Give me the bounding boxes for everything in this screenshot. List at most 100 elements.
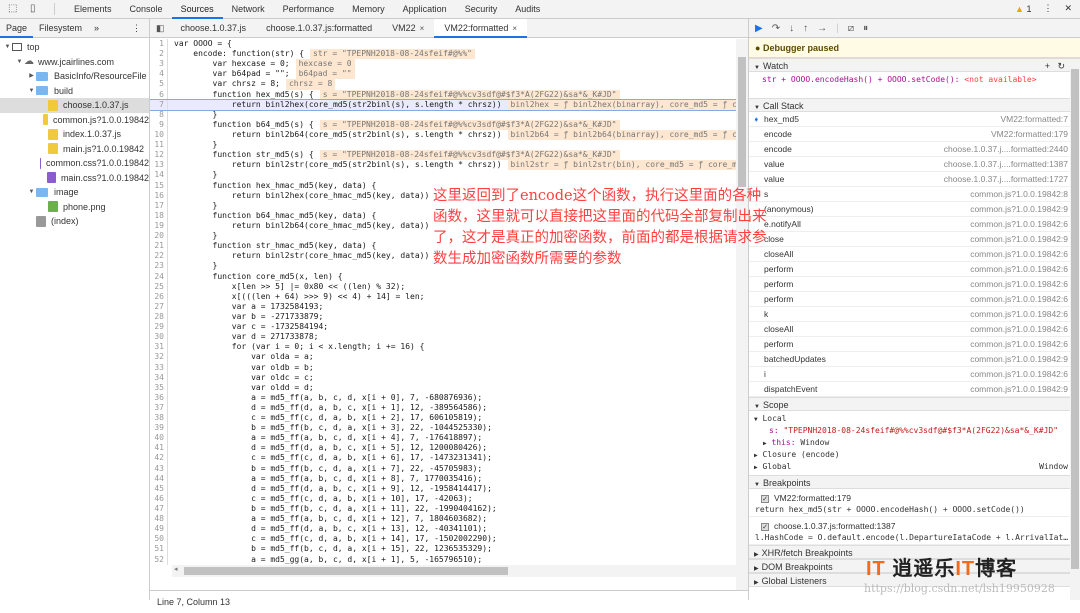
call-frame[interactable]: performcommon.js?1.0.0.19842:6 <box>749 337 1080 352</box>
tab-elements[interactable]: Elements <box>65 0 121 19</box>
tab-security[interactable]: Security <box>456 0 507 19</box>
tree-item[interactable]: ▶BasicInfo/ResourceFile <box>0 69 149 84</box>
line-number[interactable]: 42 <box>150 453 168 463</box>
tab-sources[interactable]: Sources <box>172 0 223 19</box>
line-number[interactable]: 43 <box>150 464 168 474</box>
frame-location[interactable]: common.js?1.0.0.19842:9 <box>970 202 1068 216</box>
line-number[interactable]: 17 <box>150 201 168 211</box>
more-tabs-button[interactable]: » <box>88 19 105 38</box>
call-frame[interactable]: ➧hex_md5VM22:formatted:7 <box>749 112 1080 127</box>
scope-var-this[interactable]: ▶ this: Window <box>749 437 1080 449</box>
line-number[interactable]: 32 <box>150 352 168 362</box>
frame-location[interactable]: common.js?1.0.0.19842:6 <box>970 307 1068 321</box>
breakpoint-checkbox[interactable]: ✓ <box>761 523 769 531</box>
call-frame[interactable]: performcommon.js?1.0.0.19842:6 <box>749 292 1080 307</box>
breakpoint-location[interactable]: choose.1.0.37.js:formatted:1387 <box>774 521 895 531</box>
tab-page[interactable]: Page <box>0 19 33 38</box>
close-tab-icon[interactable]: × <box>420 24 425 33</box>
breakpoint-location[interactable]: VM22:formatted:179 <box>774 493 851 503</box>
editor-tab[interactable]: choose.1.0.37.js <box>171 19 257 38</box>
call-frame[interactable]: closeAllcommon.js?1.0.0.19842:6 <box>749 247 1080 262</box>
scope-local[interactable]: ▼ Local <box>749 413 1080 425</box>
line-number[interactable]: 30 <box>150 332 168 342</box>
frame-location[interactable]: VM22:formatted:179 <box>991 127 1068 141</box>
step-over-icon[interactable]: ↷ <box>772 23 780 34</box>
pause-on-exceptions-icon[interactable]: ⏸ <box>863 23 868 34</box>
tab-memory[interactable]: Memory <box>343 0 394 19</box>
step-out-icon[interactable]: ↑ <box>803 23 808 34</box>
line-number[interactable]: 10 <box>150 130 168 140</box>
frame-location[interactable]: common.js?1.0.0.19842:6 <box>970 217 1068 231</box>
close-tab-icon[interactable]: × <box>512 24 517 33</box>
line-number[interactable]: 28 <box>150 312 168 322</box>
line-number[interactable]: 47 <box>150 504 168 514</box>
call-frame[interactable]: icommon.js?1.0.0.19842:6 <box>749 367 1080 382</box>
device-toolbar-icon[interactable]: ▯ <box>30 3 44 15</box>
line-number[interactable]: 6 <box>150 90 168 100</box>
frame-location[interactable]: common.js?1.0.0.19842:6 <box>970 262 1068 276</box>
line-number[interactable]: 52 <box>150 555 168 565</box>
call-frame[interactable]: valuechoose.1.0.37.j....formatted:1727 <box>749 172 1080 187</box>
tree-item[interactable]: ▼☁www.jcairlines.com <box>0 55 149 70</box>
editor-tab[interactable]: VM22:formatted× <box>434 19 527 38</box>
tree-item[interactable]: (index) <box>0 214 149 229</box>
line-number[interactable]: 51 <box>150 544 168 554</box>
call-frame[interactable]: batchedUpdatescommon.js?1.0.0.19842:9 <box>749 352 1080 367</box>
tree-item[interactable]: ▼top <box>0 40 149 55</box>
line-number[interactable]: 15 <box>150 181 168 191</box>
frame-location[interactable]: VM22:formatted:7 <box>1000 112 1068 126</box>
line-number[interactable]: 20 <box>150 231 168 241</box>
frame-location[interactable]: common.js?1.0.0.19842:6 <box>970 277 1068 291</box>
sidebar-scrollbar[interactable] <box>1070 59 1080 600</box>
tree-item[interactable]: common.css?1.0.0.19842 <box>0 156 149 171</box>
call-frame[interactable]: performcommon.js?1.0.0.19842:6 <box>749 277 1080 292</box>
line-number[interactable]: 46 <box>150 494 168 504</box>
call-stack-header[interactable]: ▼Call Stack <box>749 98 1080 112</box>
line-number[interactable]: 1 <box>150 39 168 49</box>
line-number[interactable]: 50 <box>150 534 168 544</box>
call-frame[interactable]: performcommon.js?1.0.0.19842:6 <box>749 262 1080 277</box>
tree-item[interactable]: index.1.0.37.js <box>0 127 149 142</box>
frame-location[interactable]: choose.1.0.37.j....formatted:2440 <box>944 142 1068 156</box>
line-number[interactable]: 9 <box>150 120 168 130</box>
tab-application[interactable]: Application <box>394 0 456 19</box>
expand-arrow-icon[interactable]: ▼ <box>27 84 36 99</box>
tab-console[interactable]: Console <box>121 0 172 19</box>
line-number[interactable]: 26 <box>150 292 168 302</box>
more-menu-icon[interactable]: ⋮ <box>1043 3 1052 14</box>
tree-item[interactable]: ▼image <box>0 185 149 200</box>
line-number[interactable]: 4 <box>150 69 168 79</box>
call-frame[interactable]: dispatchEventcommon.js?1.0.0.19842:9 <box>749 382 1080 397</box>
call-frame[interactable]: encodechoose.1.0.37.j....formatted:2440 <box>749 142 1080 157</box>
step-icon[interactable]: → <box>817 23 827 34</box>
deactivate-breakpoints-icon[interactable]: ⧄ <box>848 23 854 34</box>
call-frame[interactable]: kcommon.js?1.0.0.19842:6 <box>749 307 1080 322</box>
frame-location[interactable]: common.js?1.0.0.19842:8 <box>970 187 1068 201</box>
line-number[interactable]: 34 <box>150 373 168 383</box>
expand-arrow-icon[interactable]: ▼ <box>27 185 36 200</box>
line-number[interactable]: 3 <box>150 59 168 69</box>
code-view[interactable]: 1var OOOO = {2 encode: function(str) {st… <box>150 39 736 565</box>
line-number[interactable]: 8 <box>150 110 168 120</box>
navigator-menu-icon[interactable]: ⋮ <box>132 23 149 34</box>
frame-location[interactable]: common.js?1.0.0.19842:9 <box>970 382 1068 396</box>
line-number[interactable]: 7 <box>150 100 168 110</box>
add-watch-icon[interactable]: + <box>1045 59 1050 73</box>
frame-location[interactable]: choose.1.0.37.j....formatted:1387 <box>944 157 1068 171</box>
line-number[interactable]: 40 <box>150 433 168 443</box>
inspect-element-icon[interactable]: ⬚ <box>8 3 22 15</box>
line-number[interactable]: 37 <box>150 403 168 413</box>
tab-filesystem[interactable]: Filesystem <box>33 19 88 38</box>
line-number[interactable]: 25 <box>150 282 168 292</box>
line-number[interactable]: 21 <box>150 241 168 251</box>
line-number[interactable]: 35 <box>150 383 168 393</box>
call-frame[interactable]: closeAllcommon.js?1.0.0.19842:6 <box>749 322 1080 337</box>
frame-location[interactable]: common.js?1.0.0.19842:6 <box>970 292 1068 306</box>
toggle-navigator-icon[interactable]: ◧ <box>150 23 171 34</box>
line-number[interactable]: 19 <box>150 221 168 231</box>
breakpoint-checkbox[interactable]: ✓ <box>761 495 769 503</box>
line-number[interactable]: 29 <box>150 322 168 332</box>
tree-item[interactable]: phone.png <box>0 200 149 215</box>
frame-location[interactable]: common.js?1.0.0.19842:6 <box>970 322 1068 336</box>
line-number[interactable]: 27 <box>150 302 168 312</box>
